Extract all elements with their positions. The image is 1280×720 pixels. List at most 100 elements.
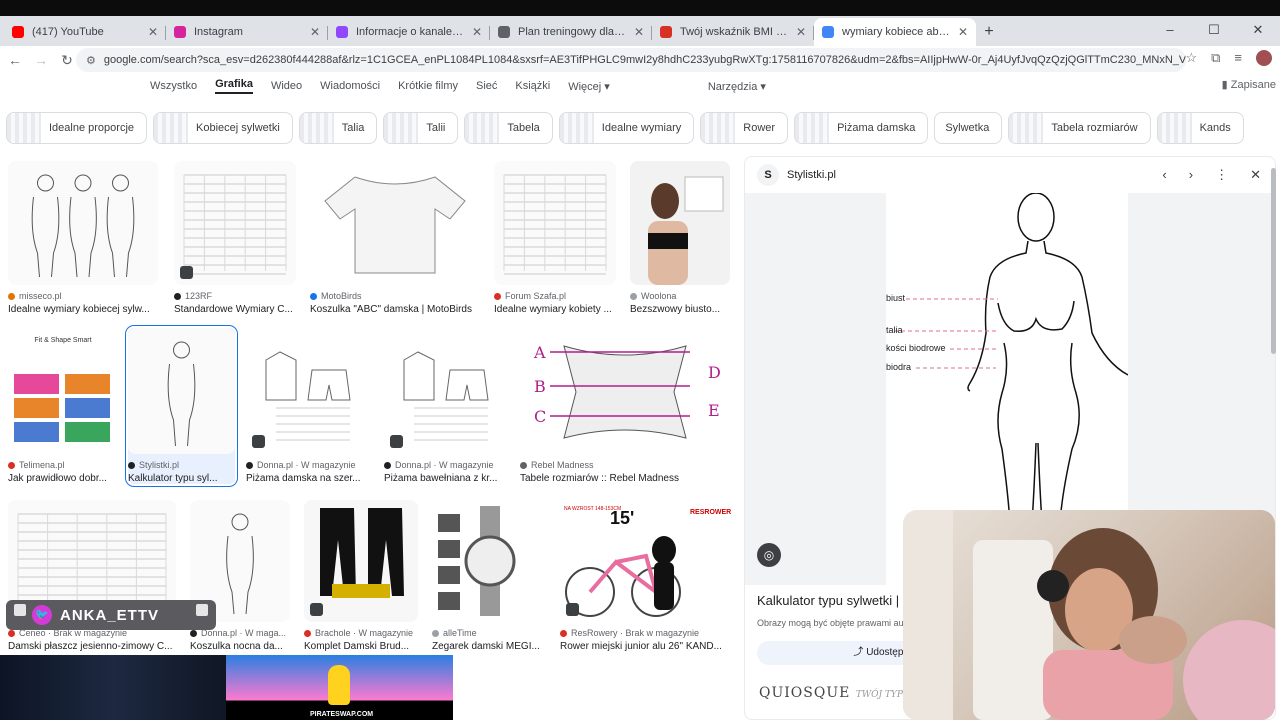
- lens-icon[interactable]: ◎: [757, 543, 781, 567]
- related-chip[interactable]: Idealne proporcje: [6, 112, 148, 144]
- related-chip[interactable]: Tabela rozmiarów: [1008, 112, 1151, 144]
- image-result[interactable]: 123RF Standardowe Wymiary C...: [174, 161, 296, 315]
- result-title[interactable]: Zegarek damski MEGI...: [432, 641, 548, 652]
- close-window-icon[interactable]: ✕: [1236, 16, 1280, 44]
- result-thumbnail[interactable]: [494, 161, 616, 285]
- url-field[interactable]: ⚙ google.com/search?sca_esv=d262380f4442…: [76, 48, 1186, 72]
- search-tab[interactable]: Więcej ▾: [568, 80, 610, 93]
- image-result[interactable]: Donna.pl · W magazynie Piżama damska na s…: [246, 330, 370, 484]
- panel-title[interactable]: Kalkulator typu sylwetki | St: [757, 593, 915, 608]
- forward-icon[interactable]: →: [30, 52, 52, 68]
- result-source[interactable]: 123RF: [174, 291, 296, 301]
- reload-icon[interactable]: ↻: [56, 52, 78, 69]
- result-source[interactable]: Brachole · W magazynie: [304, 628, 418, 638]
- result-title[interactable]: Standardowe Wymiary C...: [174, 304, 296, 315]
- result-source[interactable]: misseco.pl: [8, 291, 158, 301]
- related-chip[interactable]: Talia: [298, 112, 378, 144]
- result-source[interactable]: Donna.pl · W magazynie: [384, 460, 508, 470]
- result-thumbnail[interactable]: [174, 161, 296, 285]
- image-result[interactable]: alleTime Zegarek damski MEGI...: [432, 500, 548, 652]
- related-chip[interactable]: Kobiecej sylwetki: [153, 112, 293, 144]
- result-source[interactable]: MotoBirds: [310, 291, 480, 301]
- related-chip[interactable]: Sylwetka: [934, 112, 1003, 144]
- image-result[interactable]: Fit & Shape Smart Telimena.pl Jak prawidło…: [8, 330, 118, 484]
- related-chip[interactable]: Piżama damska: [794, 112, 929, 144]
- result-title[interactable]: Piżama bawełniana z kr...: [384, 473, 508, 484]
- browser-tab[interactable]: Plan treningowy dla kobiety ✕: [490, 18, 652, 46]
- result-title[interactable]: Koszulka nocna da...: [190, 641, 290, 652]
- more-icon[interactable]: ⋮: [1215, 167, 1228, 183]
- browser-tab[interactable]: Twój wskaźnik BMI - Diety NFZ ✕: [652, 18, 814, 46]
- related-chip[interactable]: Kands: [1156, 112, 1244, 144]
- result-source[interactable]: ResRowery · Brak w magazynie: [560, 628, 732, 638]
- tab-close-icon[interactable]: ✕: [148, 25, 158, 39]
- result-title[interactable]: Komplet Damski Brud...: [304, 641, 418, 652]
- tab-close-icon[interactable]: ✕: [472, 25, 482, 39]
- search-tab[interactable]: Wideo: [271, 80, 302, 92]
- share-button[interactable]: ⤴ Udostępn: [757, 641, 917, 665]
- result-thumbnail[interactable]: [432, 500, 548, 622]
- site-info-icon[interactable]: ⚙: [86, 54, 96, 67]
- tools-button[interactable]: Narzędzia ▾: [708, 80, 766, 93]
- result-title[interactable]: Idealne wymiary kobiety ...: [494, 304, 616, 315]
- result-title[interactable]: Jak prawidłowo dobr...: [8, 473, 118, 484]
- tab-close-icon[interactable]: ✕: [310, 25, 320, 39]
- result-thumbnail[interactable]: ABC DE: [520, 330, 730, 454]
- image-result[interactable]: MotoBirds Koszulka "ABC" damska | MotoBir…: [310, 161, 480, 315]
- result-thumbnail[interactable]: [384, 330, 508, 454]
- result-source[interactable]: alleTime: [432, 628, 548, 638]
- menu-list-icon[interactable]: ≡: [1234, 50, 1242, 66]
- prev-icon[interactable]: ‹: [1162, 167, 1166, 183]
- image-result[interactable]: Donna.pl · W magazynie Piżama bawełniana …: [384, 330, 508, 484]
- related-chip[interactable]: Idealne wymiary: [558, 112, 695, 144]
- result-title[interactable]: Damski płaszcz jesienno-zimowy C...: [8, 641, 176, 652]
- related-chip[interactable]: Rower: [700, 112, 789, 144]
- search-tab[interactable]: Sieć: [476, 80, 497, 92]
- related-chip[interactable]: Talii: [383, 112, 459, 144]
- back-icon[interactable]: ←: [4, 52, 26, 68]
- result-title[interactable]: Idealne wymiary kobiecej sylw...: [8, 304, 158, 315]
- tab-close-icon[interactable]: ✕: [634, 25, 644, 39]
- panel-source[interactable]: Stylistki.pl: [787, 169, 836, 181]
- related-chip[interactable]: Tabela: [464, 112, 553, 144]
- bookmark-star-icon[interactable]: ☆: [1185, 50, 1197, 66]
- saved-link[interactable]: ▮ Zapisane: [1222, 78, 1276, 91]
- search-tab[interactable]: Krótkie filmy: [398, 80, 458, 92]
- browser-tab[interactable]: (417) YouTube ✕: [4, 18, 166, 46]
- profile-avatar[interactable]: [1256, 50, 1272, 66]
- image-result[interactable]: Forum Szafa.pl Idealne wymiary kobiety ..…: [494, 161, 616, 315]
- result-thumbnail[interactable]: [8, 161, 158, 285]
- result-thumbnail[interactable]: [310, 161, 480, 285]
- new-tab-button[interactable]: +: [976, 18, 1002, 46]
- browser-tab[interactable]: Instagram ✕: [166, 18, 328, 46]
- result-title[interactable]: Tabele rozmiarów :: Rebel Madness: [520, 473, 730, 484]
- next-icon[interactable]: ›: [1189, 167, 1193, 183]
- tab-close-icon[interactable]: ✕: [958, 25, 968, 39]
- tab-close-icon[interactable]: ✕: [796, 25, 806, 39]
- search-tab[interactable]: Wiadomości: [320, 80, 380, 92]
- search-tab[interactable]: Książki: [515, 80, 550, 92]
- extensions-icon[interactable]: ⧉: [1211, 50, 1220, 66]
- result-thumbnail[interactable]: Fit & Shape Smart: [8, 330, 118, 454]
- image-result[interactable]: Stylistki.pl Kalkulator typu syl...: [125, 325, 238, 487]
- result-title[interactable]: Kalkulator typu syl...: [128, 473, 235, 484]
- result-title[interactable]: Bezszwowy biusto...: [630, 304, 730, 315]
- result-thumbnail[interactable]: [304, 500, 418, 622]
- close-icon[interactable]: ✕: [1250, 167, 1261, 183]
- image-result[interactable]: misseco.pl Idealne wymiary kobiecej sylw.…: [8, 161, 158, 315]
- search-tab[interactable]: Wszystko: [150, 80, 197, 92]
- result-thumbnail[interactable]: [630, 161, 730, 285]
- image-result[interactable]: Brachole · W magazynie Komplet Damski Bru…: [304, 500, 418, 652]
- result-source[interactable]: Telimena.pl: [8, 460, 118, 470]
- image-result[interactable]: Woolona Bezszwowy biusto...: [630, 161, 730, 315]
- result-source[interactable]: Forum Szafa.pl: [494, 291, 616, 301]
- search-tab[interactable]: Grafika: [215, 78, 253, 94]
- image-result[interactable]: 15' RESROWER NA WZROST 148-153CM ResRowery …: [560, 500, 732, 652]
- image-result[interactable]: A B C D ERebel MadnessTabele rozmiarów :: Re…: [520, 330, 730, 484]
- result-source[interactable]: Rebel Madness: [520, 460, 730, 470]
- result-title[interactable]: Koszulka "ABC" damska | MotoBirds: [310, 304, 480, 315]
- result-thumbnail[interactable]: [128, 328, 235, 454]
- maximize-icon[interactable]: ☐: [1192, 16, 1236, 44]
- result-source[interactable]: Stylistki.pl: [128, 460, 235, 470]
- minimize-icon[interactable]: –: [1148, 16, 1192, 44]
